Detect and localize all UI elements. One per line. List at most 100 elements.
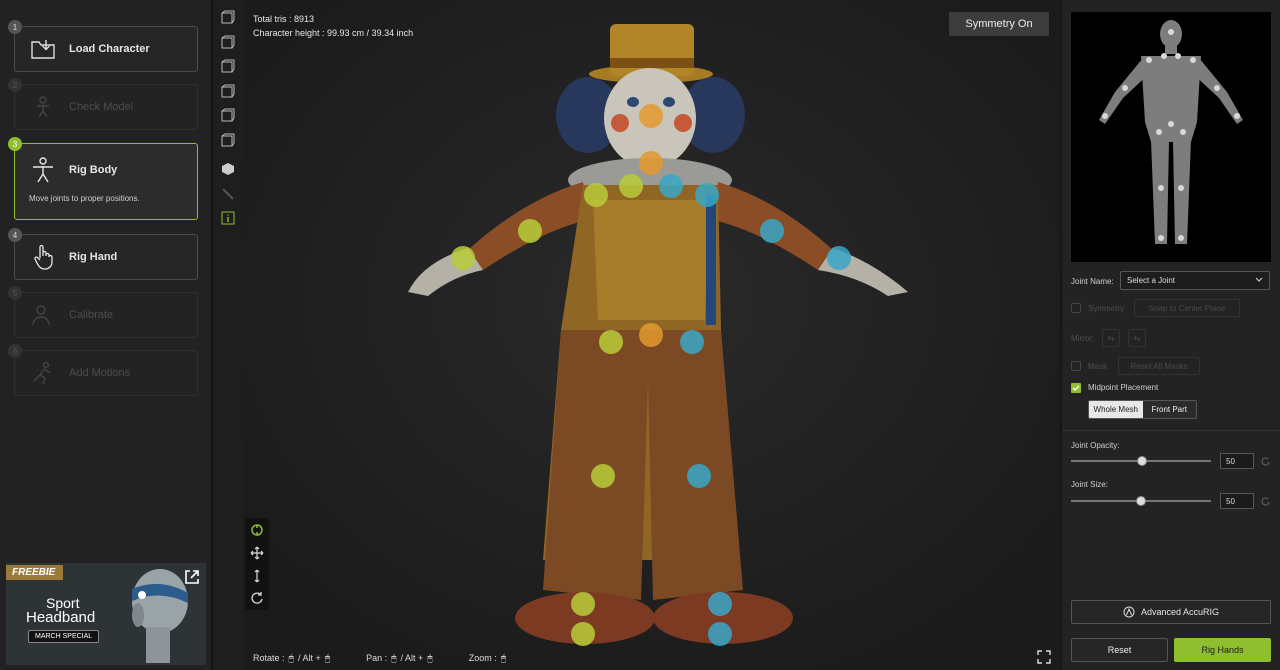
view-front-icon[interactable] <box>221 10 235 24</box>
step-label: Rig Body <box>69 164 118 176</box>
joint-left-ankle[interactable] <box>571 592 595 616</box>
chevron-down-icon <box>1255 277 1263 282</box>
step-description: Move joints to proper positions. <box>29 194 140 203</box>
mouse-icon: 🖱 <box>500 653 507 663</box>
step-load-character[interactable]: Load Character <box>14 26 198 72</box>
joint-opacity-label: Joint Opacity: <box>1071 441 1120 450</box>
joint-size-input[interactable]: 50 <box>1220 493 1254 509</box>
freebie-badge: FREEBIE <box>6 565 64 580</box>
joint-right-neck[interactable] <box>659 174 683 198</box>
front-part-option[interactable]: Front Part <box>1142 401 1196 418</box>
symmetry-label: Symmetry <box>1088 304 1124 313</box>
total-tris-text: Total tris : 8913 <box>253 14 315 24</box>
slider-handle[interactable] <box>1137 456 1147 466</box>
joint-right-clavicle[interactable] <box>695 183 719 207</box>
check-icon <box>1072 385 1080 392</box>
joint-left-elbow[interactable] <box>518 219 542 243</box>
joint-left-hip[interactable] <box>599 330 623 354</box>
view-bottom-icon[interactable] <box>221 133 235 147</box>
hand-pointer-icon <box>29 243 57 271</box>
slider-handle[interactable] <box>1136 496 1146 506</box>
shaded-cube-icon[interactable] <box>221 162 235 176</box>
mouse-icon: 🖱 <box>324 653 331 663</box>
joint-nose[interactable] <box>639 104 663 128</box>
joint-size-slider[interactable] <box>1071 496 1211 506</box>
ad-tag: MARCH SPECIAL <box>28 630 100 643</box>
info-icon[interactable] <box>221 211 235 225</box>
orbit-icon[interactable] <box>250 523 264 537</box>
midpoint-placement-label: Midpoint Placement <box>1088 383 1159 392</box>
snap-to-center-button: Snap to Center Plane <box>1134 299 1240 317</box>
3d-viewport[interactable]: Total tris : 8913 Character height : 99.… <box>243 0 1059 670</box>
joint-select-dropdown[interactable]: Select a Joint <box>1120 271 1270 290</box>
joint-opacity-slider[interactable] <box>1071 456 1211 466</box>
step-rig-body[interactable]: Rig Body Move joints to proper positions… <box>14 143 198 220</box>
step-number-5: 5 <box>8 286 22 300</box>
joint-opacity-input[interactable]: 50 <box>1220 453 1254 469</box>
fullscreen-icon[interactable] <box>1037 650 1051 664</box>
step-label: Check Model <box>69 101 134 113</box>
alt-hint: / Alt + <box>297 653 321 663</box>
joint-left-neck[interactable] <box>619 174 643 198</box>
mask-checkbox <box>1071 361 1081 371</box>
view-top-icon[interactable] <box>221 108 235 122</box>
joint-right-toe[interactable] <box>708 622 732 646</box>
freebie-ad-banner[interactable]: FREEBIE Sport Headband MARCH SPECIAL <box>6 563 206 665</box>
view-back-icon[interactable] <box>221 35 235 49</box>
step-label: Add Motions <box>69 367 131 379</box>
step-rig-hand[interactable]: Rig Hand <box>14 234 198 280</box>
step-number-3: 3 <box>8 137 22 151</box>
joint-right-elbow[interactable] <box>760 219 784 243</box>
view-left-icon[interactable] <box>221 59 235 73</box>
joint-right-hip[interactable] <box>680 330 704 354</box>
pan-move-icon[interactable] <box>250 546 264 560</box>
reset-button[interactable]: Reset <box>1071 638 1168 662</box>
rig-hands-button[interactable]: Rig Hands <box>1174 638 1271 662</box>
reset-opacity-icon[interactable] <box>1260 456 1270 466</box>
joint-right-knee[interactable] <box>687 464 711 488</box>
bone-icon[interactable] <box>221 187 235 201</box>
external-link-icon[interactable] <box>184 569 200 590</box>
step-label: Rig Hand <box>69 251 118 263</box>
mirror-left-icon: ⇆ <box>1102 329 1120 347</box>
midpoint-placement-checkbox[interactable] <box>1071 383 1081 393</box>
zoom-vertical-icon[interactable] <box>250 569 264 583</box>
joint-right-ankle[interactable] <box>708 592 732 616</box>
symmetry-toggle-button[interactable]: Symmetry On <box>949 12 1049 36</box>
joint-pelvis[interactable] <box>639 323 663 347</box>
step-add-motions: Add Motions <box>14 350 198 396</box>
step-label: Load Character <box>69 43 150 55</box>
advanced-accurig-button[interactable]: Advanced AccuRIG <box>1071 600 1271 624</box>
step-number-1: 1 <box>8 20 22 34</box>
joint-markers-layer <box>451 104 851 646</box>
mouse-icon: 🖱 <box>288 653 294 663</box>
joint-right-wrist[interactable] <box>827 246 851 270</box>
joint-left-clavicle[interactable] <box>584 183 608 207</box>
mirror-label: Mirror: <box>1071 334 1095 343</box>
joint-select-value: Select a Joint <box>1127 276 1176 285</box>
check-model-icon <box>29 93 57 121</box>
mouse-icon: 🖱 <box>427 653 433 663</box>
reset-size-icon[interactable] <box>1260 496 1270 506</box>
mouse-icon: 🖱 <box>391 653 397 663</box>
headband-mannequin-image <box>132 569 188 663</box>
reset-view-icon[interactable] <box>250 591 264 605</box>
rotate-hint: Rotate : <box>253 653 285 663</box>
navigation-hints: Rotate : 🖱 / Alt + 🖱 Pan : 🖱 / Alt + 🖱 Z… <box>253 653 510 664</box>
view-right-icon[interactable] <box>221 84 235 98</box>
joint-head[interactable] <box>639 151 663 175</box>
reset-all-masks-button: Reset All Masks <box>1118 357 1200 375</box>
joint-name-label: Joint Name: <box>1071 277 1114 286</box>
character-height-text: Character height : 99.93 cm / 39.34 inch <box>253 28 414 38</box>
joint-left-toe[interactable] <box>571 622 595 646</box>
whole-mesh-option[interactable]: Whole Mesh <box>1089 401 1143 418</box>
step-number-2: 2 <box>8 78 22 92</box>
joint-reference-preview <box>1071 12 1271 262</box>
step-label: Calibrate <box>69 309 114 321</box>
symmetry-checkbox <box>1071 303 1081 313</box>
joint-left-wrist[interactable] <box>451 246 475 270</box>
navigation-toolbox <box>245 518 269 610</box>
joint-left-knee[interactable] <box>591 464 615 488</box>
mirror-right-icon: ⇆ <box>1128 329 1146 347</box>
folder-download-icon <box>29 35 57 63</box>
